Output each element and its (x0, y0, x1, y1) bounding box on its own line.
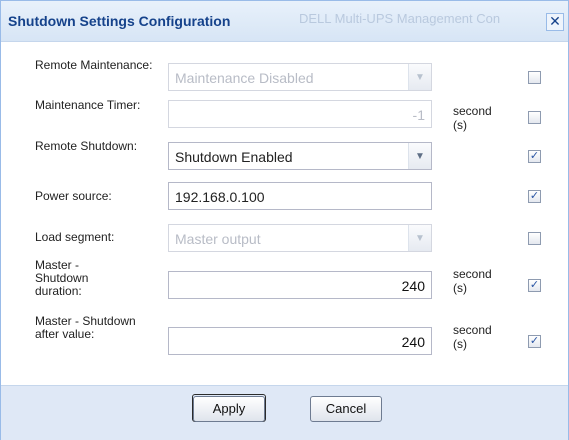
dialog-titlebar[interactable]: Shutdown Settings Configuration DELL Mul… (1, 1, 568, 42)
remote-maintenance-select[interactable]: Maintenance Disabled ▼ (168, 63, 432, 91)
load-segment-value: Master output (175, 231, 261, 247)
master-shutdown-after-unit: second (s) (453, 323, 492, 351)
remote-shutdown-label: Remote Shutdown: (35, 139, 138, 153)
maintenance-timer-value: -1 (412, 107, 425, 123)
remote-maintenance-label: Remote Maintenance: (35, 58, 153, 72)
power-source-checkbox[interactable]: ✓ (528, 190, 541, 203)
chevron-down-icon[interactable]: ▼ (408, 225, 431, 251)
chevron-down-icon[interactable]: ▼ (408, 143, 431, 169)
remote-shutdown-value: Shutdown Enabled (175, 149, 293, 165)
master-shutdown-after-checkbox[interactable]: ✓ (528, 335, 541, 348)
maintenance-timer-label: Maintenance Timer: (35, 98, 141, 112)
cancel-button[interactable]: Cancel (310, 396, 382, 422)
master-shutdown-duration-value: 240 (401, 278, 425, 294)
shutdown-settings-dialog: Shutdown Settings Configuration DELL Mul… (0, 0, 569, 440)
master-shutdown-after-input[interactable]: 240 (168, 327, 432, 355)
load-segment-label: Load segment: (35, 230, 115, 244)
maintenance-timer-input[interactable]: -1 (168, 100, 432, 128)
close-icon[interactable]: ✕ (546, 13, 564, 31)
remote-maintenance-value: Maintenance Disabled (175, 70, 314, 86)
master-shutdown-after-label: Master - Shutdown after value: (35, 314, 136, 341)
load-segment-checkbox[interactable] (528, 232, 541, 245)
remote-maintenance-checkbox[interactable] (528, 71, 541, 84)
master-shutdown-after-value: 240 (401, 334, 425, 350)
chevron-down-icon[interactable]: ▼ (408, 64, 431, 90)
power-source-input[interactable]: 192.168.0.100 (168, 182, 432, 210)
remote-shutdown-select[interactable]: Shutdown Enabled ▼ (168, 142, 432, 170)
master-shutdown-duration-unit: second (s) (453, 267, 492, 295)
apply-button[interactable]: Apply (193, 396, 265, 422)
master-shutdown-duration-input[interactable]: 240 (168, 271, 432, 299)
dialog-title: Shutdown Settings Configuration (8, 13, 231, 29)
power-source-label: Power source: (35, 189, 112, 203)
maintenance-timer-checkbox[interactable] (528, 111, 541, 124)
master-shutdown-duration-checkbox[interactable]: ✓ (528, 279, 541, 292)
background-window-title: DELL Multi-UPS Management Con (299, 11, 501, 26)
maintenance-timer-unit: second (s) (453, 104, 492, 132)
master-shutdown-duration-label: Master - Shutdown duration: (35, 258, 89, 298)
remote-shutdown-checkbox[interactable]: ✓ (528, 150, 541, 163)
dialog-footer: Apply Cancel (1, 385, 568, 440)
load-segment-select[interactable]: Master output ▼ (168, 224, 432, 252)
power-source-value: 192.168.0.100 (175, 189, 265, 205)
